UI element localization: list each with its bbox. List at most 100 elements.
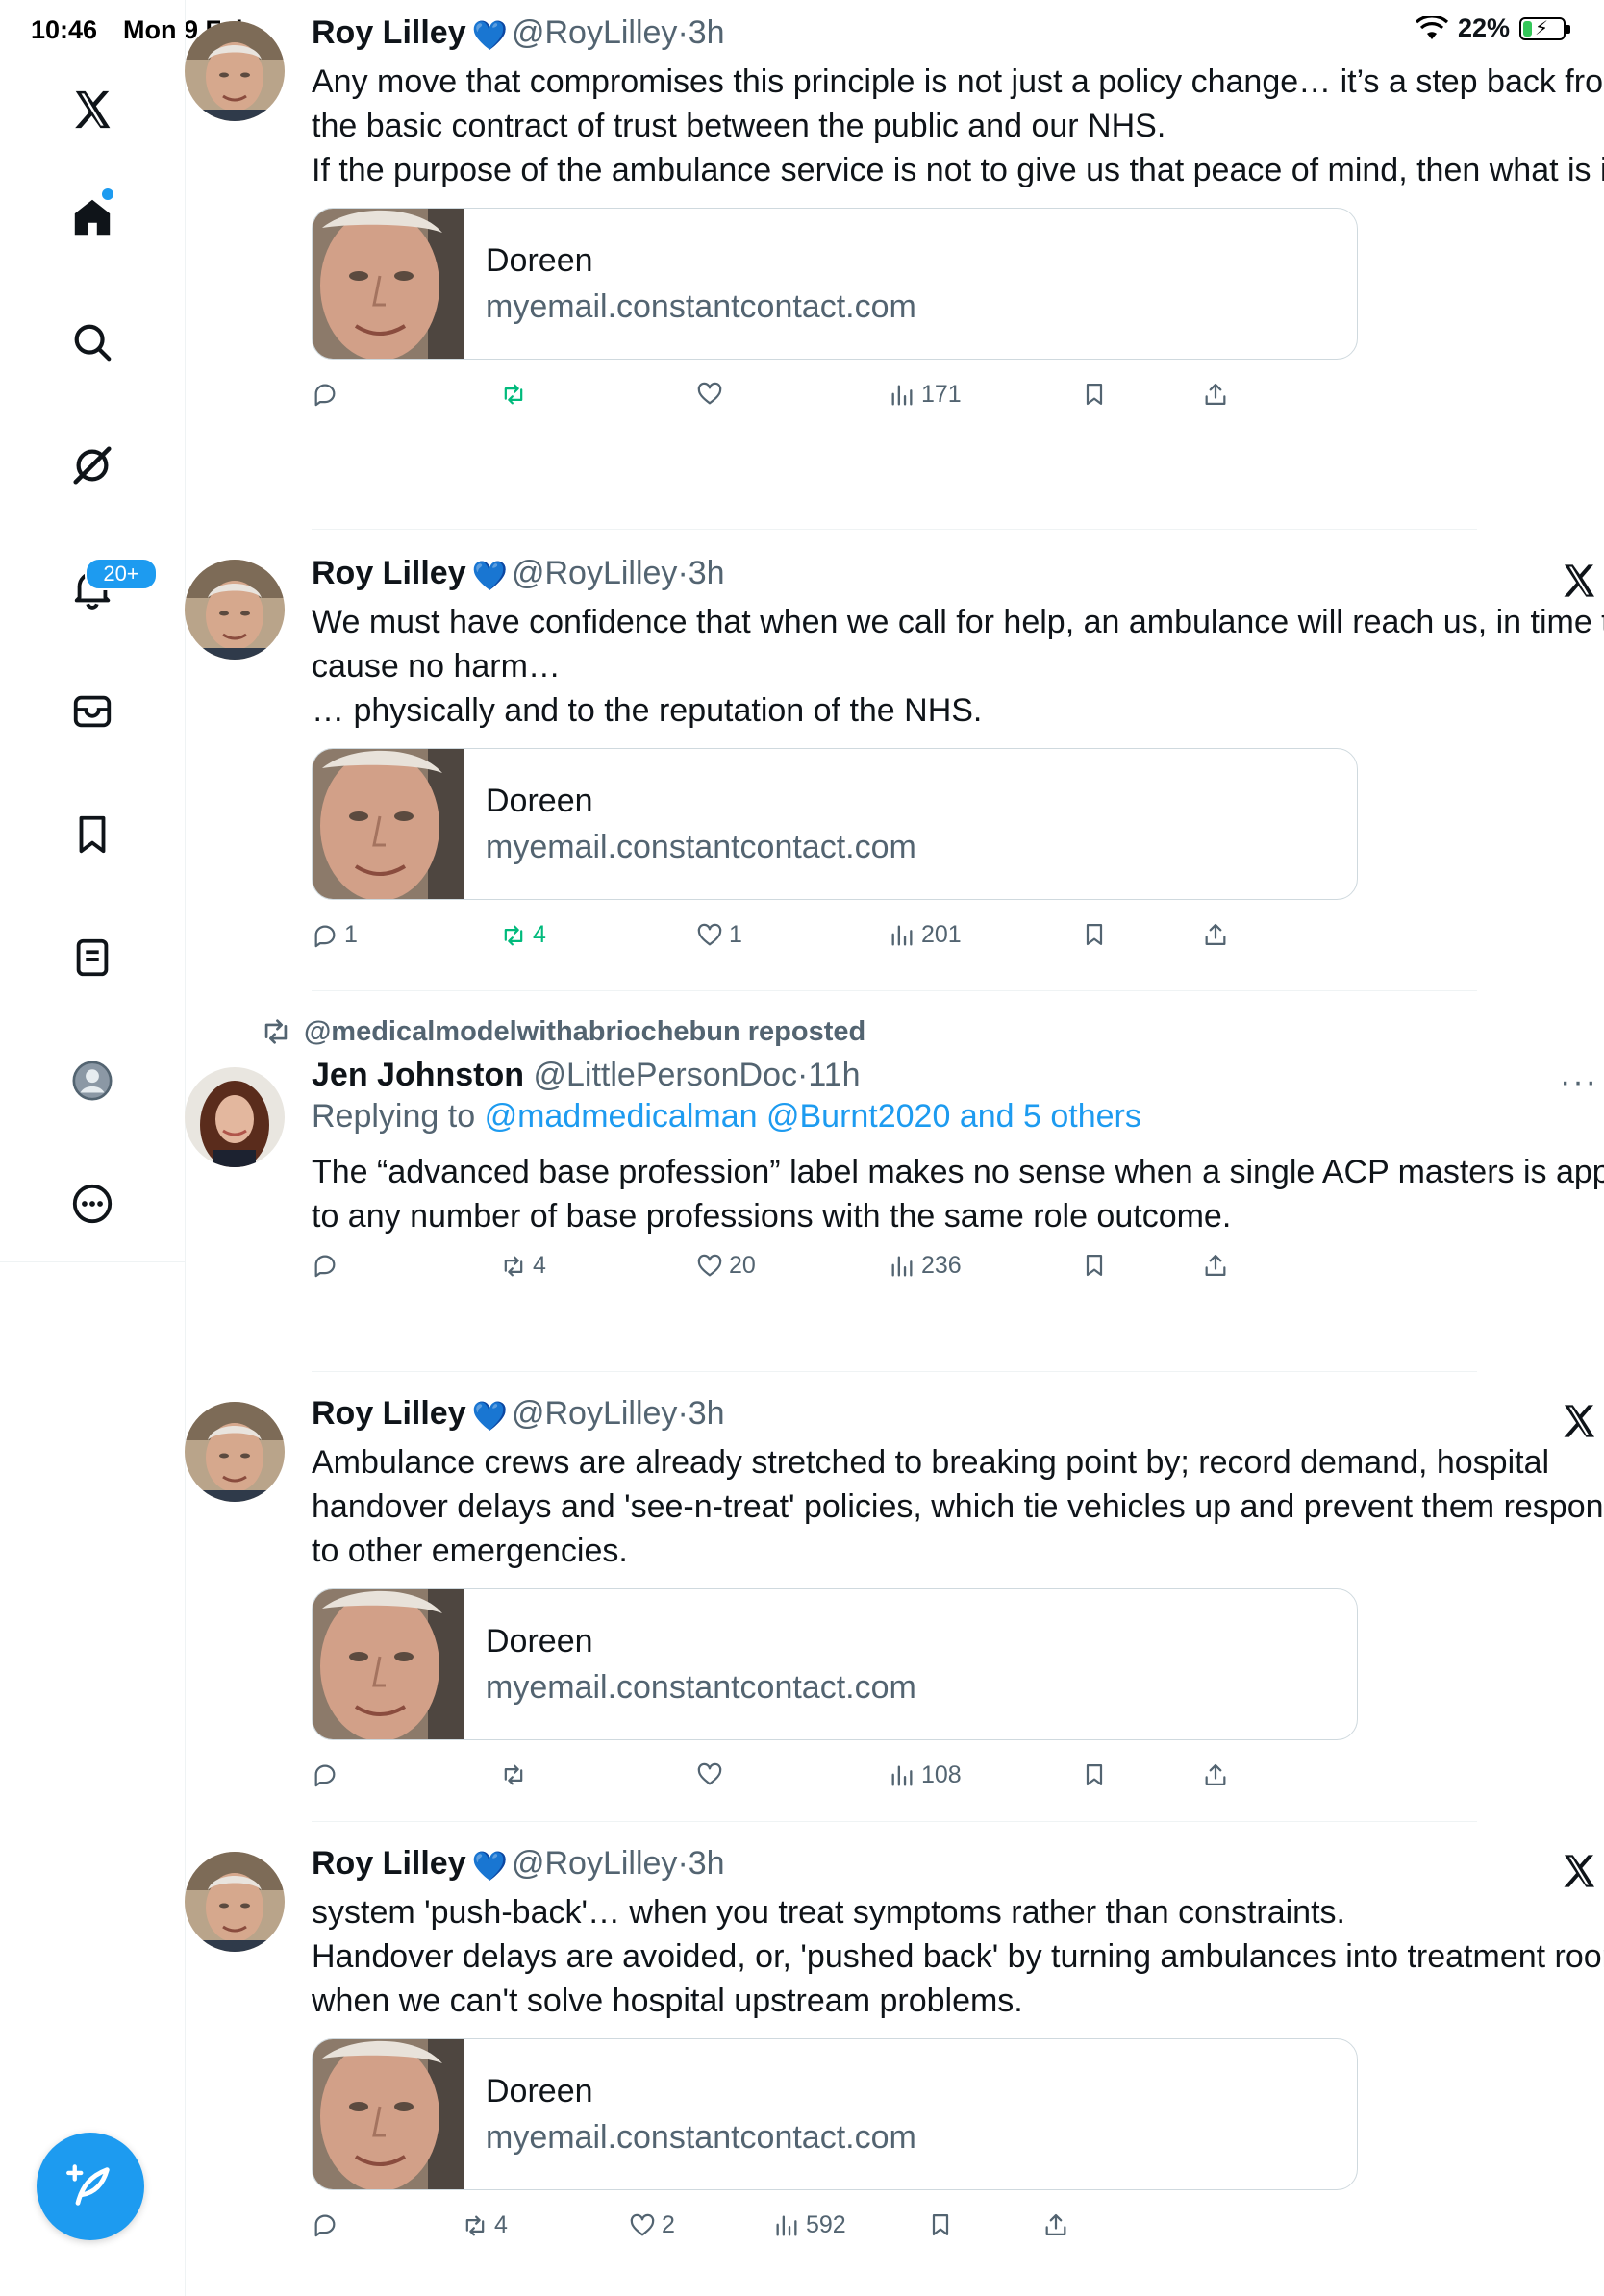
author-name[interactable]: Roy Lilley — [312, 1845, 466, 1882]
like-button[interactable]: 20 — [696, 1252, 756, 1280]
tweet[interactable]: Roy Lilley 💙 @RoyLilley·3h We must have co… — [312, 554, 1604, 961]
share-button[interactable] — [1042, 2211, 1069, 2238]
dot-separator: · — [677, 1395, 689, 1432]
author-name[interactable]: Roy Lilley — [312, 1395, 466, 1432]
compose-button[interactable] — [37, 2133, 144, 2240]
reply-button[interactable] — [312, 1252, 344, 1279]
link-card[interactable]: Doreen myemail.constantcontact.com — [312, 2038, 1358, 2190]
bookmark-button[interactable] — [1081, 1761, 1108, 1788]
nav-lists[interactable] — [67, 933, 117, 983]
tweet-text: The “advanced base profession” label mak… — [312, 1150, 1604, 1238]
author-name[interactable]: Roy Lilley — [312, 555, 466, 591]
repost-button[interactable]: 4 — [462, 2211, 508, 2239]
author-handle[interactable]: @RoyLilley — [512, 555, 677, 591]
sidebar: 20+ — [0, 0, 186, 2296]
view-count: 108 — [921, 1761, 962, 1788]
avatar[interactable] — [185, 21, 285, 121]
nav-profile[interactable] — [67, 1056, 117, 1106]
share-button[interactable] — [1202, 921, 1229, 948]
share-icon — [1202, 921, 1229, 948]
reply-button[interactable] — [312, 2211, 344, 2238]
link-card-title: Doreen — [486, 2073, 593, 2109]
avatar[interactable] — [185, 560, 285, 660]
reply-icon — [312, 922, 338, 949]
link-card-thumbnail — [313, 1589, 464, 1739]
repost-button[interactable]: 4 — [500, 1252, 546, 1280]
repost-button[interactable] — [500, 381, 533, 408]
avatar[interactable] — [185, 1402, 285, 1502]
tweet-line: Handover delays are avoided, or, 'pushed… — [312, 1938, 1604, 2019]
author-name[interactable]: Roy Lilley — [312, 14, 466, 51]
blue-heart-icon: 💙 — [471, 1401, 508, 1433]
reply-button[interactable] — [312, 381, 344, 408]
bookmark-button[interactable] — [1081, 381, 1108, 408]
x-logo-icon — [1560, 1402, 1598, 1440]
replying-to-link[interactable]: @madmedicalman @Burnt2020 and 5 others — [485, 1098, 1141, 1135]
tweet-time[interactable]: 3h — [689, 1395, 725, 1432]
replying-to: Replying to @madmedicalman @Burnt2020 an… — [312, 1094, 1604, 1138]
nav-more[interactable] — [67, 1179, 117, 1229]
repost-label[interactable]: @medicalmodelwithabriochebun reposted — [304, 1016, 865, 1048]
link-card-thumbnail — [313, 749, 464, 899]
bookmarks-icon — [79, 815, 106, 854]
tweet[interactable]: Roy Lilley 💙 @RoyLilley·3h system 'push-ba… — [312, 1844, 1604, 2252]
views-button[interactable]: 592 — [773, 2211, 846, 2239]
tweet-time[interactable]: 3h — [689, 1845, 725, 1882]
heart-icon — [696, 1761, 723, 1788]
tweet-divider — [312, 529, 1477, 530]
tweet-time[interactable]: 3h — [689, 14, 725, 51]
views-icon — [773, 2212, 800, 2239]
bookmark-icon — [1081, 1252, 1108, 1279]
nav-search[interactable] — [67, 317, 117, 367]
tweet-line: system 'push-back'… when you treat sympt… — [312, 1894, 1345, 1931]
retweet-icon — [500, 1761, 527, 1788]
more-options-button[interactable]: ··· — [1560, 1063, 1598, 1101]
like-button[interactable] — [696, 381, 729, 408]
link-card[interactable]: Doreen myemail.constantcontact.com — [312, 1588, 1358, 1740]
author-handle[interactable]: @RoyLilley — [512, 1845, 677, 1882]
bookmark-button[interactable] — [1081, 1252, 1108, 1279]
link-card-thumbnail — [313, 2039, 464, 2189]
share-button[interactable] — [1202, 381, 1229, 408]
repost-button[interactable]: 4 — [500, 921, 546, 949]
x-logo[interactable] — [67, 85, 117, 135]
tweet-header: Roy Lilley 💙 @RoyLilley·3h — [312, 1844, 1604, 1886]
nav-messages[interactable] — [67, 686, 117, 736]
avatar[interactable] — [185, 1852, 285, 1952]
reply-button[interactable]: 1 — [312, 921, 358, 949]
tweet-time[interactable]: 11h — [808, 1057, 860, 1093]
like-button[interactable]: 2 — [629, 2211, 675, 2239]
retweet-icon — [500, 1253, 527, 1280]
views-button[interactable]: 108 — [889, 1761, 962, 1789]
tweet-time[interactable]: 3h — [689, 555, 725, 591]
tweet[interactable]: Roy Lilley 💙 @RoyLilley·3h Ambulance crews… — [312, 1394, 1604, 1802]
link-card[interactable]: Doreen myemail.constantcontact.com — [312, 748, 1358, 900]
nav-home[interactable] — [67, 192, 117, 242]
author-name[interactable]: Jen Johnston — [312, 1057, 524, 1093]
views-button[interactable]: 201 — [889, 921, 962, 949]
author-handle[interactable]: @RoyLilley — [512, 1395, 677, 1432]
tweet[interactable]: @medicalmodelwithabriochebun reposted ··… — [312, 1015, 1604, 1292]
link-card-title: Doreen — [486, 783, 593, 819]
author-handle[interactable]: @RoyLilley — [512, 14, 677, 51]
share-button[interactable] — [1202, 1252, 1229, 1279]
repost-button[interactable] — [500, 1761, 533, 1788]
link-card[interactable]: Doreen myemail.constantcontact.com — [312, 208, 1358, 360]
tweet[interactable]: Roy Lilley 💙 @RoyLilley·3h Any move that c… — [312, 13, 1604, 421]
nav-grok[interactable] — [67, 440, 117, 490]
like-button[interactable]: 1 — [696, 921, 742, 949]
bookmark-button[interactable] — [927, 2211, 954, 2238]
views-button[interactable]: 171 — [889, 381, 962, 409]
views-button[interactable]: 236 — [889, 1252, 962, 1280]
reply-button[interactable] — [312, 1761, 344, 1788]
view-count: 236 — [921, 1252, 962, 1279]
share-button[interactable] — [1202, 1761, 1229, 1788]
nav-bookmarks[interactable] — [67, 810, 117, 860]
avatar[interactable] — [185, 1067, 285, 1167]
like-button[interactable] — [696, 1761, 729, 1788]
reply-icon — [312, 1761, 338, 1788]
author-handle[interactable]: @LittlePersonDoc — [533, 1057, 797, 1093]
heart-icon — [696, 922, 723, 949]
share-icon — [1202, 381, 1229, 408]
bookmark-button[interactable] — [1081, 921, 1108, 948]
